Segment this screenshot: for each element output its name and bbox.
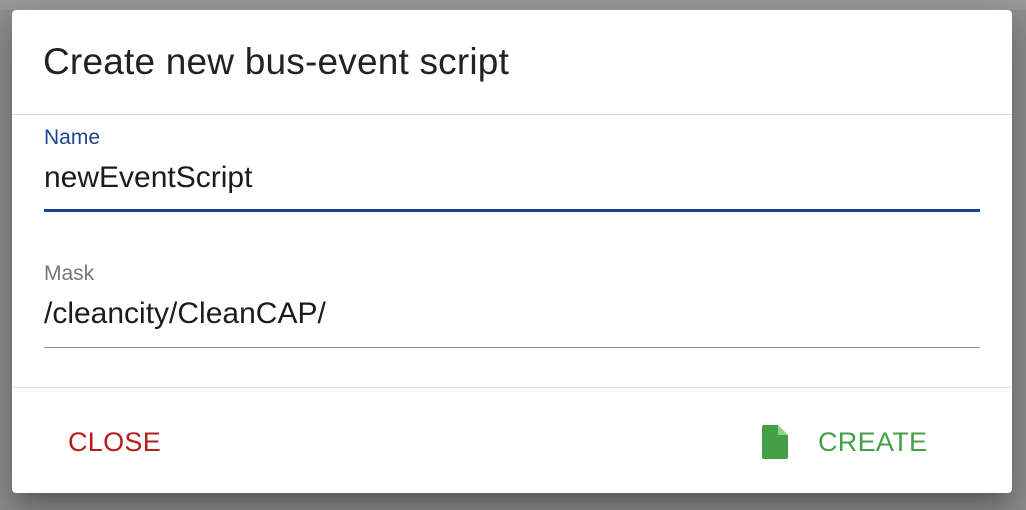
mask-label: Mask [44,262,95,285]
title-divider [12,114,1012,115]
actions-divider [12,387,1012,388]
mask-field: Mask [44,262,980,350]
mask-input[interactable] [44,294,980,334]
close-button-label: CLOSE [68,426,162,457]
name-field: Name [44,126,980,214]
name-label: Name [44,126,101,149]
dialog-title: Create new bus-event script [43,41,510,82]
mask-underline [44,347,980,348]
create-button-label: CREATE [818,426,928,457]
name-underline-focused [44,209,980,212]
create-script-dialog: Create new bus-event script Name Mask CL… [12,10,1012,493]
name-input[interactable] [44,158,980,198]
create-button[interactable]: CREATE [738,416,951,468]
backdrop [0,0,1026,10]
close-button[interactable]: CLOSE [44,416,185,468]
file-icon [762,425,788,459]
